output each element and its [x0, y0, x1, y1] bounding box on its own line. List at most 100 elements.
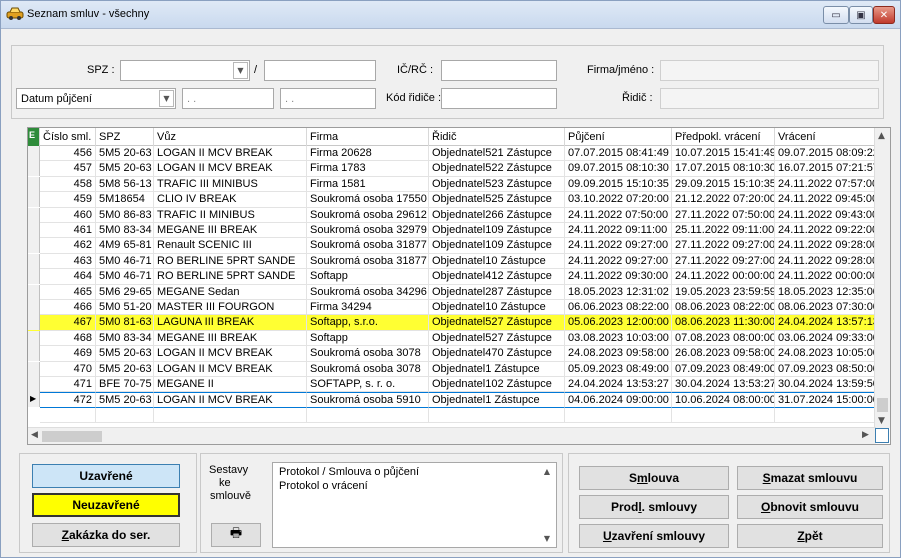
vertical-scrollbar[interactable]: ▲ ▼: [874, 128, 890, 428]
row-indicator[interactable]: [28, 207, 40, 223]
table-cell[interactable]: 5M5 20-63: [96, 392, 154, 408]
table-cell[interactable]: Objednatel266 Zástupce: [429, 207, 565, 223]
spz-combo[interactable]: ▼: [120, 60, 250, 81]
table-cell[interactable]: LOGAN II MCV BREAK: [154, 392, 307, 408]
row-indicator[interactable]: [28, 315, 40, 331]
table-cell[interactable]: 06.06.2023 08:22:00: [565, 300, 672, 316]
table-cell[interactable]: [154, 407, 307, 424]
table-cell[interactable]: 5M6 29-65: [96, 284, 154, 300]
date-mode-select[interactable]: Datum půjčení ▼: [16, 88, 176, 109]
excel-export-icon[interactable]: E: [28, 128, 40, 146]
table-cell[interactable]: 16.07.2015 07:21:57: [775, 161, 876, 177]
table-cell[interactable]: LOGAN II MCV BREAK: [154, 161, 307, 177]
table-cell[interactable]: Soukromá osoba 31877: [307, 238, 429, 254]
table-cell[interactable]: RO BERLINE 5PRT SANDE: [154, 269, 307, 285]
table-row[interactable]: 461 5M0 83-34 MEGANE III BREAK Soukromá oso…: [28, 223, 876, 239]
table-cell[interactable]: Objednatel525 Zástupce: [429, 192, 565, 208]
table-row[interactable]: 459 5M18654 CLIO IV BREAK Soukromá osoba 17…: [28, 192, 876, 208]
table-cell[interactable]: Objednatel527 Zástupce: [429, 315, 565, 331]
table-cell[interactable]: 24.11.2022 09:45:00: [775, 192, 876, 208]
table-cell[interactable]: 5M8 56-13: [96, 176, 154, 193]
table-cell[interactable]: LOGAN II MCV BREAK: [154, 146, 307, 162]
row-indicator[interactable]: [28, 223, 40, 238]
chevron-down-icon[interactable]: ▼: [159, 90, 174, 107]
table-cell[interactable]: 04.06.2024 09:00:00: [565, 392, 672, 408]
table-cell[interactable]: Objednatel1 Zástupce: [429, 361, 565, 377]
table-cell[interactable]: Soukromá osoba 34296: [307, 284, 429, 300]
row-indicator[interactable]: [28, 300, 40, 315]
table-cell[interactable]: 5M0 51-20: [96, 300, 154, 316]
table-cell[interactable]: 24.04.2024 13:57:13: [775, 315, 876, 331]
col-ridic[interactable]: Řidič: [429, 128, 565, 146]
table-cell[interactable]: 5M0 81-63: [96, 315, 154, 331]
table-row[interactable]: 458 5M8 56-13 TRAFIC III MINIBUS Firma 1581…: [28, 176, 876, 193]
table-cell[interactable]: Objednatel412 Zástupce: [429, 269, 565, 285]
table-cell[interactable]: 10.07.2015 15:41:49: [672, 146, 775, 162]
table-cell[interactable]: [775, 407, 876, 424]
col-vuz[interactable]: Vůz: [154, 128, 307, 146]
table-cell[interactable]: 09.07.2015 08:10:30: [565, 161, 672, 177]
table-cell[interactable]: Objednatel523 Zástupce: [429, 176, 565, 193]
table-cell[interactable]: 18.05.2023 12:31:02: [565, 284, 672, 300]
table-cell[interactable]: 27.11.2022 09:27:00: [672, 253, 775, 270]
table-cell[interactable]: 461: [40, 223, 96, 239]
table-row[interactable]: 457 5M5 20-63 LOGAN II MCV BREAK Firma 1783…: [28, 161, 876, 177]
table-row[interactable]: 462 4M9 65-81 Renault SCENIC III Soukromá o…: [28, 238, 876, 254]
maximize-button[interactable]: ▣: [849, 6, 873, 24]
table-cell[interactable]: 24.04.2024 13:53:27: [565, 377, 672, 393]
table-cell[interactable]: 08.06.2023 07:30:00: [775, 300, 876, 316]
col-vraceni[interactable]: Vrácení: [775, 128, 876, 146]
table-cell[interactable]: 4M9 65-81: [96, 238, 154, 254]
table-cell[interactable]: Objednatel109 Zástupce: [429, 238, 565, 254]
table-cell[interactable]: 24.11.2022 09:22:00: [775, 223, 876, 239]
scroll-right-icon[interactable]: ▶: [862, 430, 869, 440]
table-cell[interactable]: 462: [40, 238, 96, 254]
table-cell[interactable]: 30.04.2024 13:59:50: [775, 377, 876, 393]
table-cell[interactable]: MASTER III FOURGON: [154, 300, 307, 316]
col-cislo[interactable]: Číslo sml.: [40, 128, 96, 146]
firma-field[interactable]: [660, 60, 879, 81]
table-cell[interactable]: Firma 20628: [307, 146, 429, 162]
table-cell[interactable]: 457: [40, 161, 96, 177]
table-row[interactable]: 471 BFE 70-75 MEGANE II SOFTAPP, s. r. o. Ob…: [28, 377, 876, 393]
row-indicator[interactable]: [28, 361, 40, 377]
report-item[interactable]: Protokol o vrácení: [279, 480, 368, 492]
table-cell[interactable]: LOGAN II MCV BREAK: [154, 361, 307, 377]
table-cell[interactable]: Soukromá osoba 17550: [307, 192, 429, 208]
table-cell[interactable]: 24.11.2022 07:57:00: [775, 176, 876, 193]
table-cell[interactable]: RO BERLINE 5PRT SANDE: [154, 253, 307, 270]
table-cell[interactable]: MEGANE III BREAK: [154, 330, 307, 347]
date-from-field[interactable]: . .: [182, 88, 274, 109]
smlouva-button[interactable]: Sm louva: [579, 466, 729, 490]
table-row[interactable]: 463 5M0 46-71 RO BERLINE 5PRT SANDE Soukrom…: [28, 253, 876, 270]
scroll-up-icon[interactable]: ▲: [878, 131, 885, 141]
table-cell[interactable]: 24.11.2022 00:00:00: [672, 269, 775, 285]
minimize-button[interactable]: ▭: [823, 6, 849, 24]
table-cell[interactable]: MEGANE II: [154, 377, 307, 393]
table-cell[interactable]: 5M5 20-63: [96, 146, 154, 162]
zpet-button[interactable]: Zpět: [737, 524, 883, 548]
reports-list[interactable]: Protokol / Smlouva o půjčení Protokol o …: [272, 462, 557, 548]
table-row[interactable]: ▶ 472 5M5 20-63 LOGAN II MCV BREAK Soukromá …: [28, 392, 876, 408]
table-cell[interactable]: Soukromá osoba 3078: [307, 346, 429, 362]
table-cell[interactable]: Objednatel522 Zástupce: [429, 161, 565, 177]
row-indicator[interactable]: [28, 176, 40, 192]
row-indicator[interactable]: [28, 346, 40, 362]
table-cell[interactable]: 465: [40, 284, 96, 300]
table-cell[interactable]: 5M5 20-63: [96, 361, 154, 377]
table-cell[interactable]: 456: [40, 146, 96, 162]
table-cell[interactable]: 5M5 20-63: [96, 161, 154, 177]
table-cell[interactable]: 09.09.2015 15:10:35: [565, 176, 672, 193]
table-cell[interactable]: Objednatel102 Zástupce: [429, 377, 565, 393]
table-cell[interactable]: Soukromá osoba 32979: [307, 223, 429, 239]
horizontal-scrollbar[interactable]: ◀ ▶: [28, 427, 876, 444]
table-cell[interactable]: Soukromá osoba 3078: [307, 361, 429, 377]
table-cell[interactable]: MEGANE Sedan: [154, 284, 307, 300]
scroll-thumb[interactable]: [42, 431, 102, 442]
row-indicator[interactable]: [28, 161, 40, 177]
table-cell[interactable]: 469: [40, 346, 96, 362]
table-cell[interactable]: 24.11.2022 09:28:00: [775, 253, 876, 270]
row-indicator[interactable]: [28, 238, 40, 254]
ridic-field[interactable]: [660, 88, 879, 109]
table-row[interactable]: 469 5M5 20-63 LOGAN II MCV BREAK Soukromá o…: [28, 346, 876, 362]
